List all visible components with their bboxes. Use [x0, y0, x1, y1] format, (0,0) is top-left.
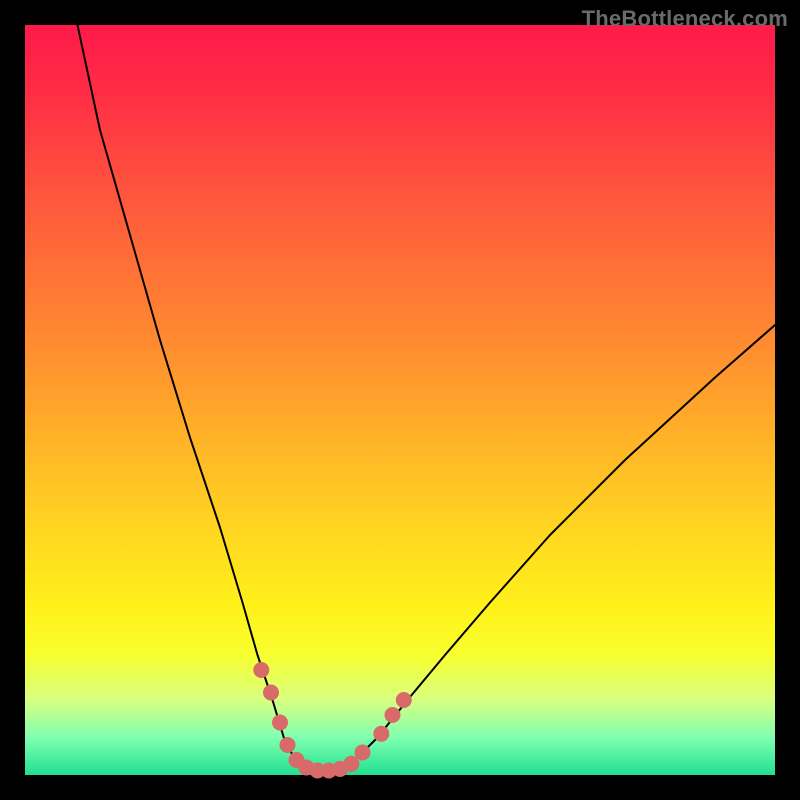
bottleneck-curve — [78, 25, 776, 771]
highlight-dot — [280, 737, 296, 753]
highlight-dot — [272, 715, 288, 731]
chart-svg — [25, 25, 775, 775]
watermark-text: TheBottleneck.com — [582, 6, 788, 32]
highlight-dot — [373, 726, 389, 742]
highlight-dot — [385, 707, 401, 723]
plot-area — [25, 25, 775, 775]
highlight-dot — [263, 685, 279, 701]
highlight-dot — [253, 662, 269, 678]
marker-group — [253, 662, 411, 779]
chart-frame: TheBottleneck.com — [0, 0, 800, 800]
highlight-dot — [355, 745, 371, 761]
highlight-dot — [396, 692, 412, 708]
